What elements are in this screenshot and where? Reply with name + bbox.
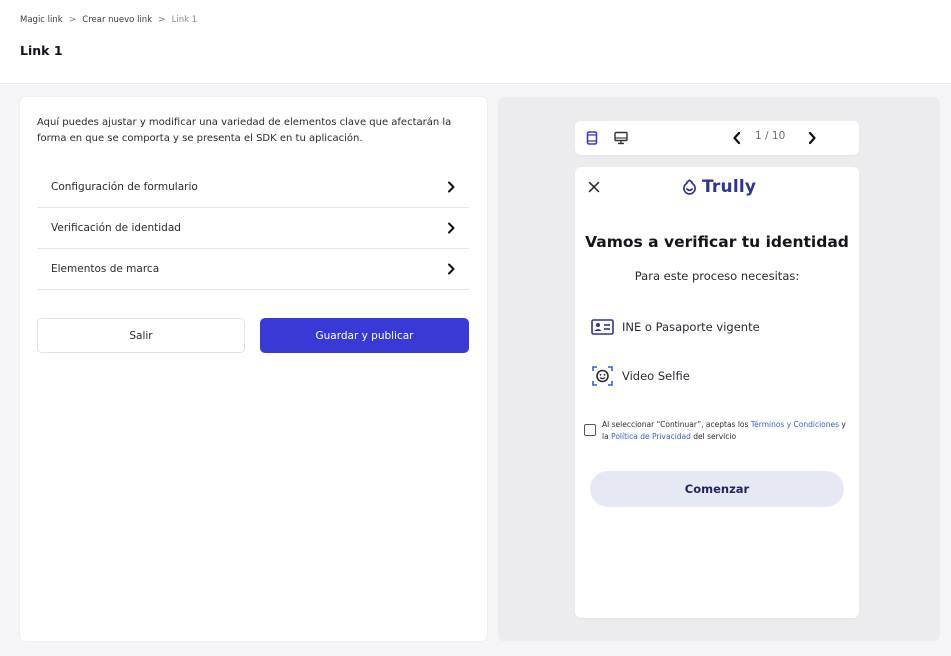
preview-toolbar: 1 / 10 xyxy=(575,121,859,155)
requirement-id-document: INE o Pasaporte vigente xyxy=(591,319,760,335)
menu-item-label: Configuración de formulario xyxy=(51,181,198,193)
top-bar: Magic link > Crear nuevo link > Link 1 L… xyxy=(0,0,951,84)
consent-text: Al seleccionar “Continuar”, aceptas los … xyxy=(602,419,854,443)
chevron-right-icon xyxy=(448,181,455,193)
consent-suffix: del servicio xyxy=(690,432,737,441)
requirement-video-selfie: Video Selfie xyxy=(591,365,690,387)
mobile-view-icon[interactable] xyxy=(586,131,598,145)
consent-row: Al seleccionar “Continuar”, aceptas los … xyxy=(584,419,854,443)
menu-item-label: Elementos de marca xyxy=(51,263,160,275)
menu-item-form-config[interactable]: Configuración de formulario xyxy=(37,167,469,208)
breadcrumb-current: Link 1 xyxy=(171,15,198,25)
chevron-left-icon[interactable] xyxy=(731,130,743,146)
chevron-right-icon xyxy=(448,222,455,234)
config-panel: Aquí puedes ajustar y modificar una vari… xyxy=(20,97,487,641)
config-intro-text: Aquí puedes ajustar y modificar una vari… xyxy=(37,117,452,144)
start-button[interactable]: Comenzar xyxy=(590,471,844,507)
menu-item-identity-verification[interactable]: Verificación de identidad xyxy=(37,208,469,249)
breadcrumb-create-link[interactable]: Crear nuevo link xyxy=(82,15,152,25)
breadcrumb-separator: > xyxy=(158,15,166,25)
save-publish-button[interactable]: Guardar y publicar xyxy=(260,318,469,353)
desktop-view-icon[interactable] xyxy=(614,131,628,145)
trully-logo-icon xyxy=(683,178,696,195)
breadcrumb-magic-link[interactable]: Magic link xyxy=(20,15,63,25)
breadcrumb: Magic link > Crear nuevo link > Link 1 xyxy=(20,15,197,25)
requirement-label: Video Selfie xyxy=(622,369,690,383)
close-icon[interactable] xyxy=(587,180,601,194)
exit-button[interactable]: Salir xyxy=(37,318,245,353)
preview-panel: 1 / 10 Trully Vamos a verificar tu ident… xyxy=(498,97,940,641)
terms-link[interactable]: Términos y Condiciones xyxy=(751,420,839,429)
privacy-link[interactable]: Política de Privacidad xyxy=(611,432,691,441)
config-menu: Configuración de formulario Verificación… xyxy=(37,167,469,290)
brand-logo: Trully xyxy=(682,177,756,197)
preview-heading: Vamos a verificar tu identidad xyxy=(585,233,849,251)
mobile-preview-screen: Trully Vamos a verificar tu identidad Pa… xyxy=(575,167,859,618)
brand-name: Trully xyxy=(702,177,757,197)
consent-checkbox[interactable] xyxy=(584,424,596,436)
id-card-icon xyxy=(591,319,614,335)
preview-subheading: Para este proceso necesitas: xyxy=(634,269,800,283)
chevron-right-icon xyxy=(448,263,455,275)
chevron-right-icon[interactable] xyxy=(806,130,818,146)
page-title: Link 1 xyxy=(20,43,63,58)
requirement-label: INE o Pasaporte vigente xyxy=(622,320,760,334)
menu-item-label: Verificación de identidad xyxy=(51,222,181,234)
breadcrumb-separator: > xyxy=(68,15,77,25)
face-scan-icon xyxy=(592,366,613,386)
page-indicator: 1 / 10 xyxy=(755,130,786,142)
consent-prefix: Al seleccionar “Continuar”, aceptas los xyxy=(602,420,751,429)
menu-item-brand-elements[interactable]: Elementos de marca xyxy=(37,249,469,290)
